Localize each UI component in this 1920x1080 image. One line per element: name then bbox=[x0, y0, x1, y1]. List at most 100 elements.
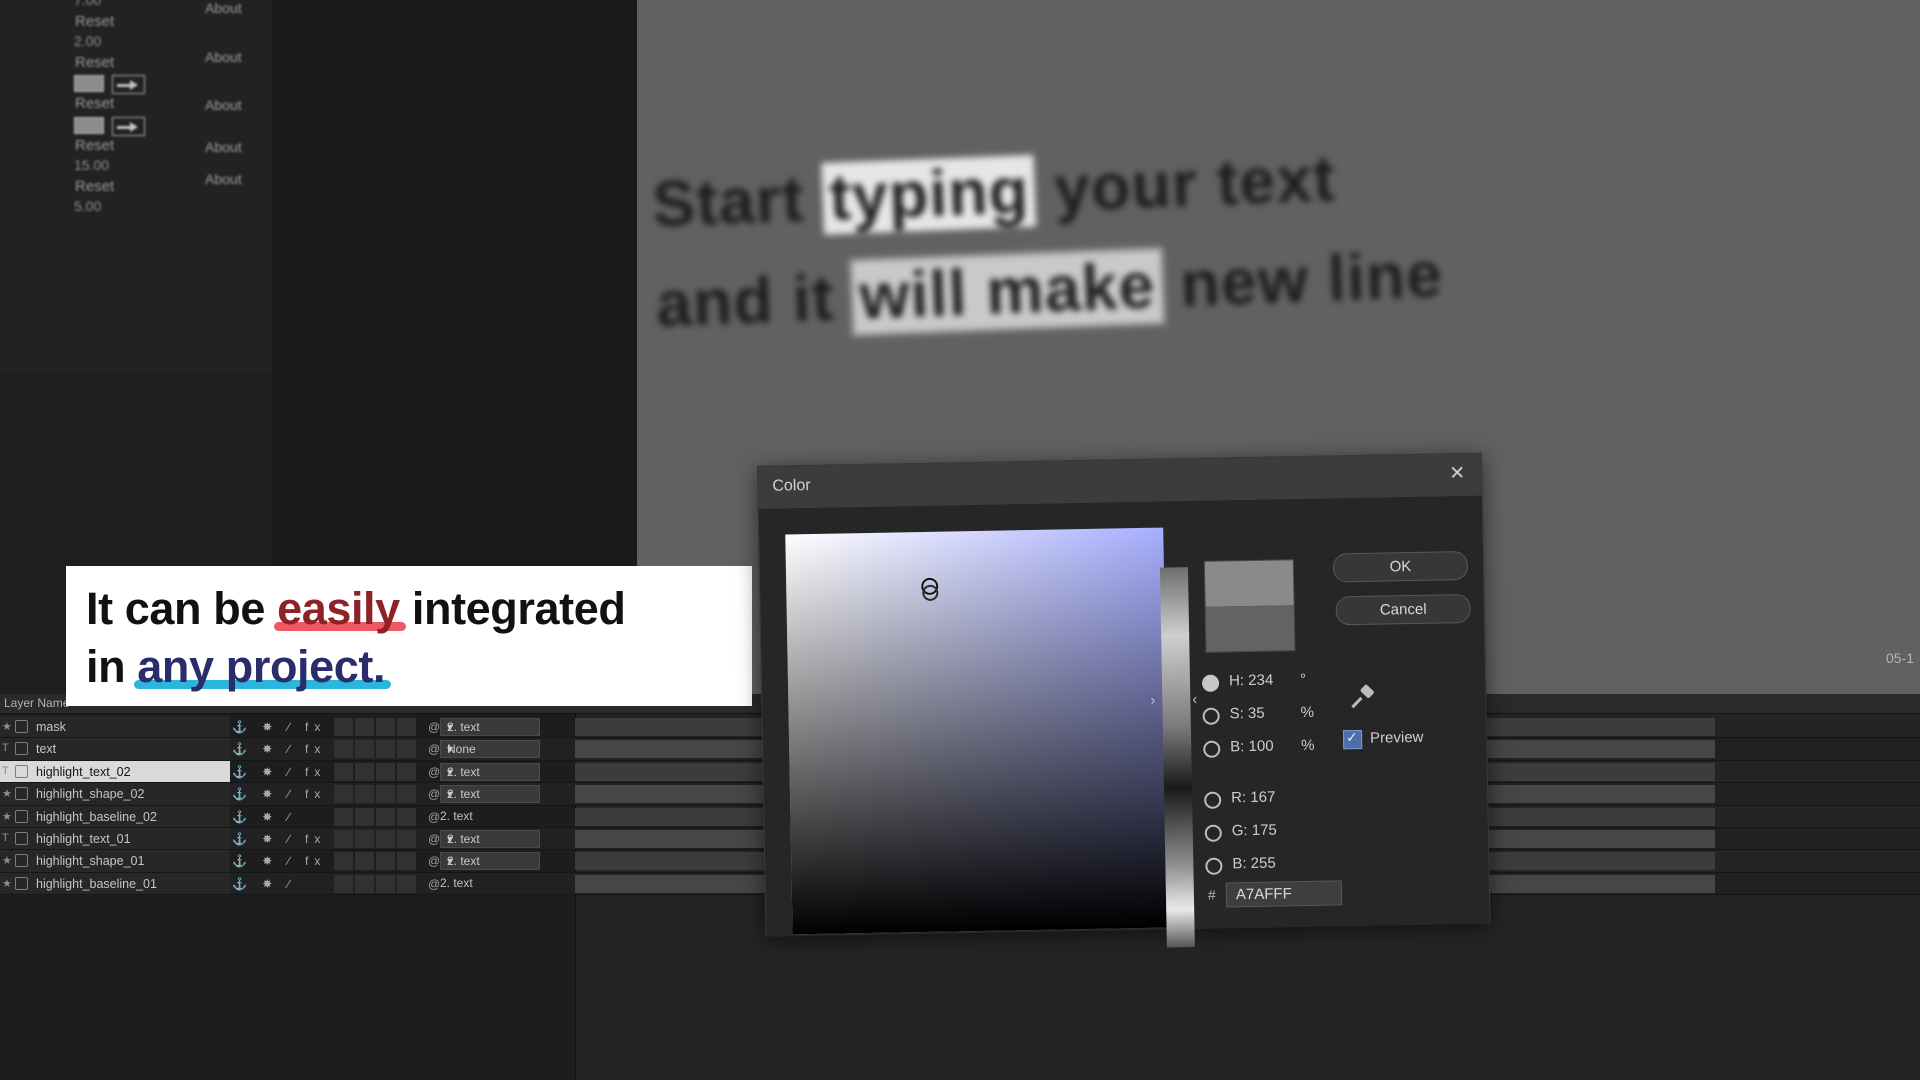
layer-name-cell[interactable]: ★ highlight_shape_01 bbox=[0, 850, 230, 872]
reset-button[interactable]: Reset bbox=[75, 13, 114, 30]
cancel-button[interactable]: Cancel bbox=[1335, 593, 1471, 626]
hex-input[interactable]: A7AFFF bbox=[1225, 880, 1343, 908]
radio-b2[interactable] bbox=[1205, 857, 1223, 875]
sv-cursor-shadow-icon bbox=[922, 584, 939, 601]
layer-name-cell[interactable]: Thighlight_text_01 bbox=[0, 828, 230, 850]
parent-pickwhip-icon[interactable]: @ bbox=[428, 720, 440, 734]
color-field-g[interactable]: G: 175 bbox=[1204, 814, 1476, 852]
app-window: 7.00 About Reset 2.00 About Reset About Re… bbox=[0, 0, 1920, 1080]
layer-switches[interactable]: ⚓ ✸ ∕ fx bbox=[232, 828, 332, 849]
parent-pickwhip-icon[interactable]: @ bbox=[428, 832, 440, 846]
layer-switches[interactable]: ⚓ ✸ ∕ fx bbox=[232, 738, 332, 759]
layer-mode-blocks[interactable] bbox=[334, 718, 424, 736]
chevron-left-icon[interactable]: ‹ bbox=[1192, 691, 1197, 708]
layer-name: highlight_shape_02 bbox=[36, 787, 145, 802]
parent-pickwhip-icon[interactable]: @ bbox=[428, 765, 440, 779]
parent-dropdown[interactable]: 2. text ▾ bbox=[440, 762, 540, 781]
parent-dropdown[interactable]: 2. text ▾ bbox=[440, 830, 540, 848]
radio-g[interactable] bbox=[1204, 824, 1222, 842]
color-swatch[interactable] bbox=[74, 75, 104, 92]
layer-switches[interactable]: ⚓ ✸ ∕ fx bbox=[232, 761, 332, 782]
reset-button[interactable]: Reset bbox=[75, 54, 114, 71]
layer-switches[interactable]: ⚓ ✸ ∕ fx bbox=[232, 716, 332, 737]
color-field-b2[interactable]: B: 255 bbox=[1205, 847, 1476, 885]
parent-pickwhip-icon[interactable]: @ bbox=[428, 877, 440, 891]
effect-value[interactable]: 15.00 bbox=[74, 157, 109, 173]
radio-h[interactable] bbox=[1201, 674, 1220, 692]
layer-name: mask bbox=[36, 720, 66, 734]
highlight-any-project: any project. bbox=[134, 638, 392, 696]
close-icon[interactable]: ✕ bbox=[1445, 462, 1469, 486]
layer-mode-blocks[interactable] bbox=[334, 874, 424, 893]
comp-preview-text: Start typing your text and it will make … bbox=[650, 106, 1920, 356]
effect-value[interactable]: 2.00 bbox=[74, 33, 101, 49]
parent-dropdown[interactable]: 2. text ▾ bbox=[440, 852, 540, 871]
hue-slider[interactable] bbox=[1159, 567, 1195, 948]
layer-mode-blocks[interactable] bbox=[334, 785, 424, 804]
layer-switches[interactable]: ⚓ ✸ ∕ fx bbox=[232, 850, 332, 871]
layer-mode-blocks[interactable] bbox=[334, 830, 424, 848]
color-field-b[interactable]: B: 100% bbox=[1203, 730, 1474, 768]
layer-mode-blocks[interactable] bbox=[334, 807, 424, 826]
parent-dropdown[interactable]: 2. text ▾ bbox=[440, 718, 540, 736]
layer-thumb-icon bbox=[15, 742, 28, 756]
eyedropper-icon[interactable] bbox=[1348, 683, 1377, 712]
layer-thumb-icon bbox=[15, 854, 28, 868]
card-line2-pre: in bbox=[86, 640, 138, 692]
color-field-h[interactable]: H: 234 ° bbox=[1201, 664, 1473, 702]
comp-line1-highlight: typing bbox=[821, 154, 1037, 235]
swatch-current[interactable] bbox=[1205, 605, 1295, 652]
layer-mode-blocks[interactable] bbox=[334, 852, 424, 871]
parent-value: 2. text bbox=[440, 875, 473, 890]
effect-value[interactable]: 7.00 bbox=[74, 0, 101, 8]
reset-button[interactable]: Reset bbox=[75, 178, 114, 195]
color-field-s[interactable]: S: 35% bbox=[1202, 697, 1473, 735]
color-swatch[interactable] bbox=[74, 117, 104, 134]
ok-button[interactable]: OK bbox=[1332, 550, 1469, 583]
field-unit: % bbox=[1300, 703, 1315, 722]
field-label: S: 35 bbox=[1229, 704, 1265, 723]
color-field-r[interactable]: R: 167 bbox=[1204, 781, 1475, 819]
color-dialog[interactable]: Color ✕ › ‹ H: 234 ° S: 35% B: 100% R: 167 G:… bbox=[757, 452, 1491, 948]
layer-name-cell[interactable]: Ttext bbox=[0, 738, 230, 760]
card-line2-mark: any project. bbox=[137, 640, 386, 692]
layer-thumb-icon bbox=[15, 720, 28, 733]
field-unit: % bbox=[1301, 736, 1315, 755]
parent-dropdown[interactable]: 2. text ▾ bbox=[440, 785, 540, 804]
layer-switches[interactable]: ⚓ ✸ ∕ fx bbox=[232, 783, 332, 804]
parent-pickwhip-icon[interactable]: @ bbox=[428, 810, 440, 824]
layer-name: highlight_text_02 bbox=[36, 764, 131, 779]
radio-b[interactable] bbox=[1203, 740, 1221, 758]
saturation-value-field[interactable] bbox=[785, 527, 1171, 935]
layer-name-cell[interactable]: ★ highlight_baseline_02 bbox=[0, 805, 230, 827]
reset-button[interactable]: Reset bbox=[75, 95, 114, 112]
radio-r[interactable] bbox=[1204, 791, 1222, 809]
eyedropper-icon[interactable] bbox=[112, 75, 145, 94]
preview-checkbox[interactable] bbox=[1342, 729, 1363, 750]
layer-type-icon: ★ bbox=[2, 855, 12, 868]
layer-name-cell[interactable]: Thighlight_text_02 bbox=[0, 760, 230, 783]
parent-pickwhip-icon[interactable]: @ bbox=[428, 787, 440, 801]
layer-name-cell[interactable]: ★ highlight_baseline_01 bbox=[0, 872, 230, 895]
layer-name-cell[interactable]: ★ highlight_shape_02 bbox=[0, 783, 230, 805]
field-label: G: 175 bbox=[1231, 821, 1277, 840]
effect-value[interactable]: 5.00 bbox=[74, 198, 101, 214]
layer-name-column-header: Layer Name bbox=[4, 696, 70, 710]
eyedropper-icon[interactable] bbox=[112, 117, 145, 136]
layer-name-cell[interactable]: ★ mask bbox=[0, 716, 230, 738]
chevron-down-icon: ▾ bbox=[447, 742, 454, 757]
card-line1-pre: It can be bbox=[86, 583, 278, 634]
layer-thumb-icon bbox=[15, 832, 28, 845]
parent-pickwhip-icon[interactable]: @ bbox=[428, 854, 440, 868]
layer-mode-blocks[interactable] bbox=[334, 740, 424, 759]
parent-pickwhip-icon[interactable]: @ bbox=[428, 742, 440, 756]
layer-switches[interactable]: ⚓ ✸ ∕ bbox=[232, 806, 332, 827]
layer-mode-blocks[interactable] bbox=[334, 762, 424, 781]
radio-s[interactable] bbox=[1202, 707, 1220, 725]
parent-dropdown[interactable]: None ▾ bbox=[440, 740, 540, 759]
reset-button[interactable]: Reset bbox=[75, 137, 114, 154]
layer-switches[interactable]: ⚓ ✸ ∕ bbox=[232, 873, 332, 894]
hex-row: # A7AFFF bbox=[1208, 879, 1408, 909]
chevron-right-icon[interactable]: › bbox=[1150, 692, 1155, 709]
layer-name: text bbox=[36, 742, 57, 757]
